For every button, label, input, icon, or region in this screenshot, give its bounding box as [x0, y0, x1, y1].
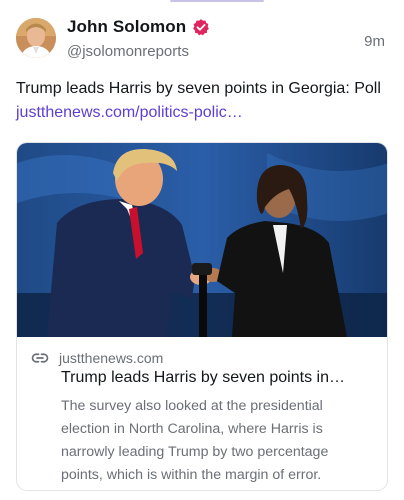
- avatar-photo-icon: [16, 18, 56, 58]
- post-header: John Solomon @jsolomonreports 9m: [16, 14, 388, 64]
- card-domain: justthenews.com: [59, 350, 164, 366]
- link-icon: [31, 349, 49, 367]
- avatar[interactable]: [16, 18, 56, 58]
- card-title[interactable]: Trump leads Harris by seven points in…: [61, 369, 375, 387]
- card-body: justthenews.com Trump leads Harris by se…: [17, 337, 387, 490]
- post-body-text: Trump leads Harris by seven points in Ge…: [16, 80, 381, 97]
- trump-harris-handshake-photo-icon: [17, 143, 387, 337]
- verified-badge-icon: [192, 18, 210, 36]
- card-description: The survey also looked at the presidenti…: [61, 398, 329, 483]
- post-time: 9m: [364, 33, 385, 50]
- card-domain-row: justthenews.com: [31, 349, 163, 367]
- display-name[interactable]: John Solomon: [67, 17, 186, 37]
- top-scroll-indicator: [170, 0, 264, 2]
- card-image: [17, 143, 387, 337]
- link-preview-card[interactable]: justthenews.com Trump leads Harris by se…: [16, 142, 388, 491]
- user-handle[interactable]: @jsolomonreports: [67, 43, 189, 60]
- name-row: John Solomon: [67, 17, 210, 37]
- post-text: Trump leads Harris by seven points in Ge…: [16, 77, 388, 125]
- post-link[interactable]: justthenews.com/politics-polic…: [16, 104, 243, 121]
